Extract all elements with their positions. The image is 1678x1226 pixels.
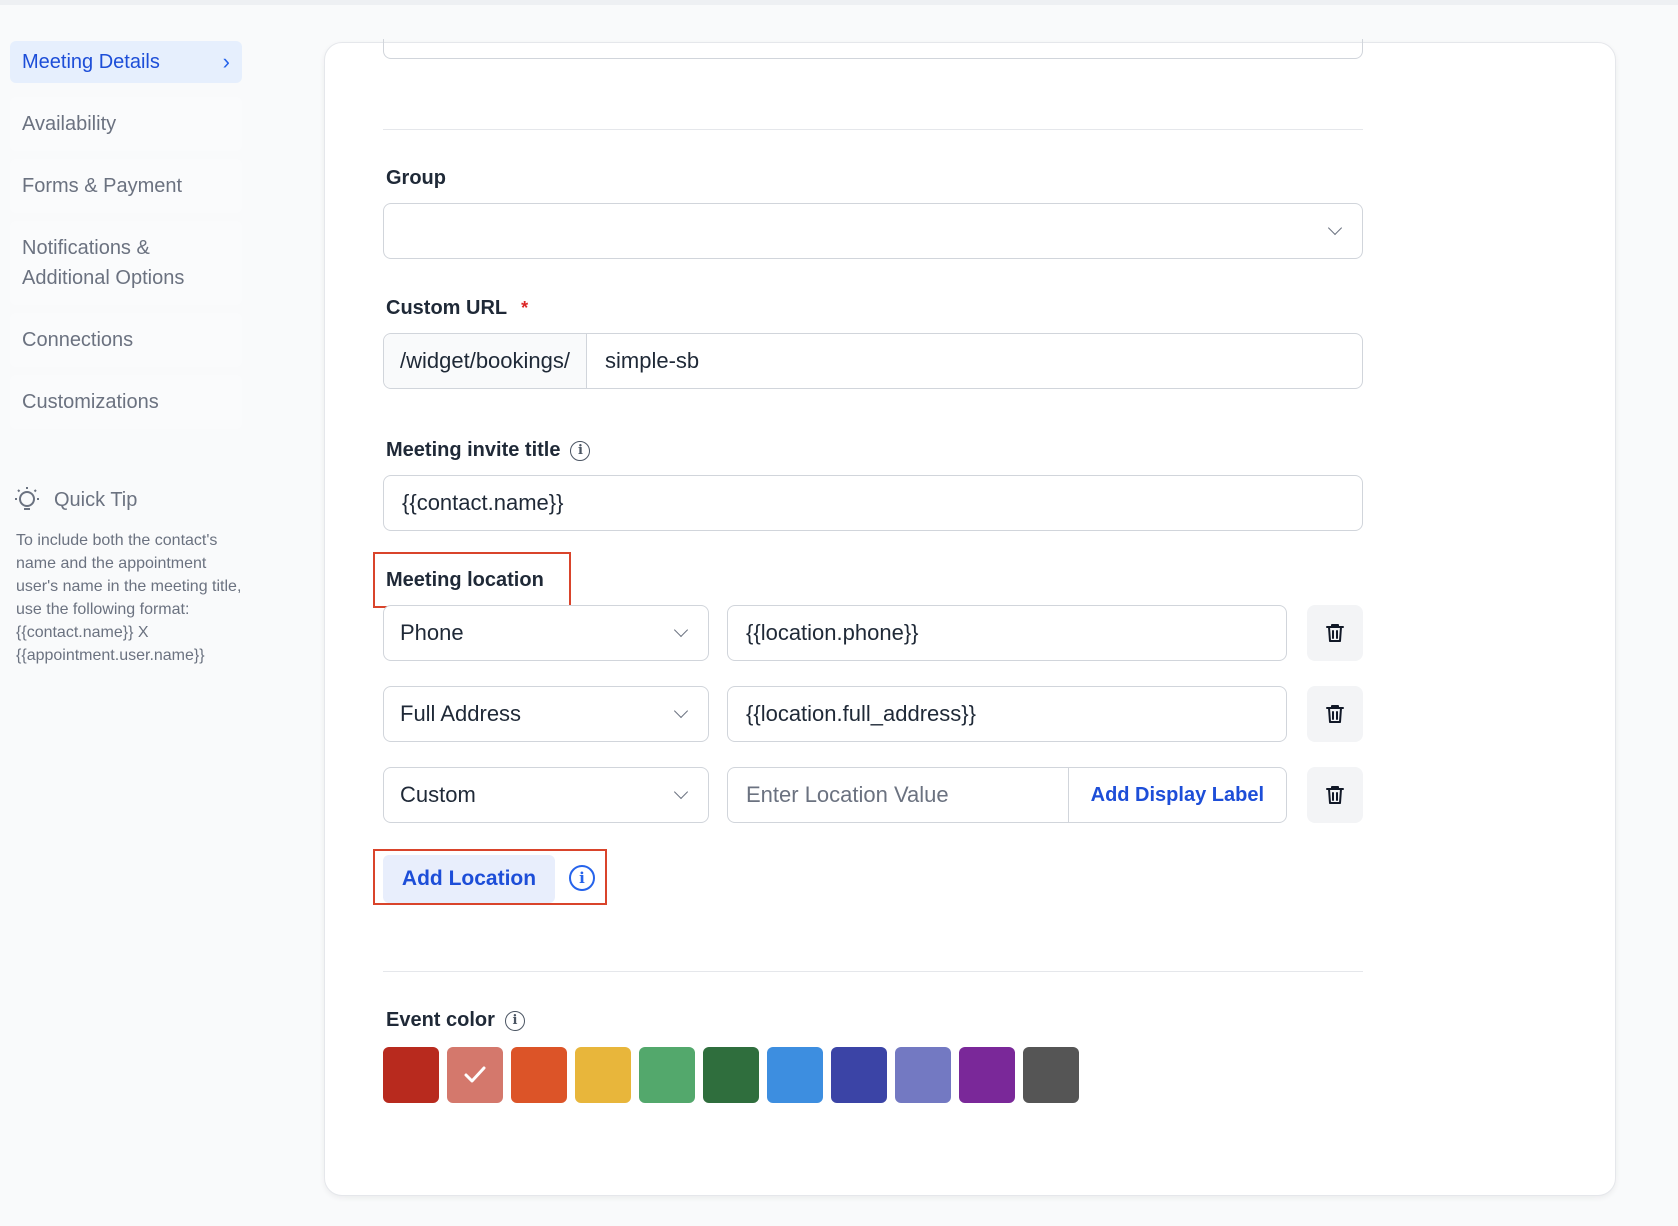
- color-swatch[interactable]: [1023, 1047, 1079, 1103]
- color-swatch[interactable]: [511, 1047, 567, 1103]
- top-strip: [0, 0, 1678, 5]
- location-value-input[interactable]: {{location.phone}}: [727, 605, 1287, 661]
- event-color-label: Event color i: [386, 1009, 525, 1032]
- location-type-select[interactable]: Phone: [383, 605, 709, 661]
- info-icon[interactable]: i: [569, 865, 595, 891]
- custom-url-input[interactable]: simple-sb: [587, 348, 699, 374]
- quick-tip-title: Quick Tip: [54, 488, 138, 511]
- color-swatch[interactable]: [831, 1047, 887, 1103]
- delete-location-button[interactable]: [1307, 605, 1363, 661]
- color-swatch[interactable]: [703, 1047, 759, 1103]
- delete-location-button[interactable]: [1307, 767, 1363, 823]
- sidebar-item-meeting-details[interactable]: Meeting Details ›: [10, 41, 242, 83]
- meeting-details-card: Group Custom URL * /widget/bookings/ sim…: [324, 39, 1616, 1196]
- sidebar-item-forms-payment[interactable]: Forms & Payment: [10, 159, 242, 213]
- color-swatch[interactable]: [767, 1047, 823, 1103]
- chevron-down-icon: [1327, 220, 1343, 236]
- quick-tip-header: Quick Tip: [12, 485, 244, 515]
- required-asterisk: *: [521, 298, 529, 318]
- location-type-value: Custom: [400, 782, 476, 807]
- location-type-value: Full Address: [400, 701, 522, 726]
- divider: [383, 971, 1363, 972]
- sidebar-item-connections[interactable]: Connections: [10, 313, 242, 367]
- add-display-label-button[interactable]: Add Display Label: [1067, 768, 1286, 822]
- quick-tip-text: To include both the contact's name and t…: [16, 532, 242, 664]
- sidebar-nav: Meeting Details › Availability Forms & P…: [10, 41, 242, 437]
- color-swatch[interactable]: [575, 1047, 631, 1103]
- trash-icon: [1326, 624, 1344, 642]
- color-swatch[interactable]: [639, 1047, 695, 1103]
- trash-icon: [1326, 705, 1344, 723]
- location-value-input[interactable]: Enter Location Value: [728, 782, 949, 808]
- custom-url-prefix: /widget/bookings/: [384, 334, 587, 388]
- delete-location-button[interactable]: [1307, 686, 1363, 742]
- chevron-down-icon: [673, 703, 689, 719]
- chevron-right-icon: ›: [222, 49, 230, 74]
- trash-icon: [1326, 786, 1344, 804]
- invite-title-label-text: Meeting invite title: [386, 439, 561, 461]
- meeting-location-label: Meeting location: [386, 569, 544, 592]
- add-location-button[interactable]: Add Location: [383, 855, 555, 903]
- sidebar-item-customizations[interactable]: Customizations: [10, 375, 242, 429]
- location-value: {{location.phone}}: [746, 620, 919, 645]
- group-select[interactable]: [383, 203, 1363, 259]
- location-value: {{location.full_address}}: [746, 701, 976, 726]
- custom-url-field: /widget/bookings/ simple-sb: [383, 333, 1363, 389]
- info-icon[interactable]: i: [504, 1010, 525, 1031]
- check-icon: [464, 1066, 486, 1083]
- sidebar-item-availability[interactable]: Availability: [10, 97, 242, 151]
- event-color-label-text: Event color: [386, 1009, 495, 1031]
- sidebar-item-label: Meeting Details: [22, 51, 160, 73]
- color-swatch[interactable]: [447, 1047, 503, 1103]
- divider: [383, 129, 1363, 130]
- invite-title-value: {{contact.name}}: [402, 490, 564, 515]
- location-value-input[interactable]: {{location.full_address}}: [727, 686, 1287, 742]
- previous-field-stub: [383, 39, 1363, 59]
- invite-title-label: Meeting invite title i: [386, 439, 591, 462]
- meeting-location-label-text: Meeting location: [386, 569, 544, 591]
- quick-tip: Quick Tip To include both the contact's …: [12, 485, 244, 667]
- custom-location-field: Enter Location Value Add Display Label: [727, 767, 1287, 823]
- chevron-down-icon: [673, 622, 689, 638]
- invite-title-input[interactable]: {{contact.name}}: [383, 475, 1363, 531]
- location-type-value: Phone: [400, 620, 464, 645]
- event-color-swatches: [383, 1047, 1079, 1103]
- color-swatch[interactable]: [959, 1047, 1015, 1103]
- info-icon[interactable]: i: [570, 440, 591, 461]
- chevron-down-icon: [673, 784, 689, 800]
- color-swatch[interactable]: [895, 1047, 951, 1103]
- sidebar-item-notifications[interactable]: Notifications & Additional Options: [10, 221, 242, 305]
- custom-url-label-text: Custom URL: [386, 297, 508, 319]
- location-type-select[interactable]: Custom: [383, 767, 709, 823]
- location-type-select[interactable]: Full Address: [383, 686, 709, 742]
- color-swatch[interactable]: [383, 1047, 439, 1103]
- lightbulb-icon: [15, 487, 39, 510]
- group-label-text: Group: [386, 167, 446, 189]
- custom-url-label: Custom URL *: [386, 297, 528, 320]
- group-label: Group: [386, 167, 446, 190]
